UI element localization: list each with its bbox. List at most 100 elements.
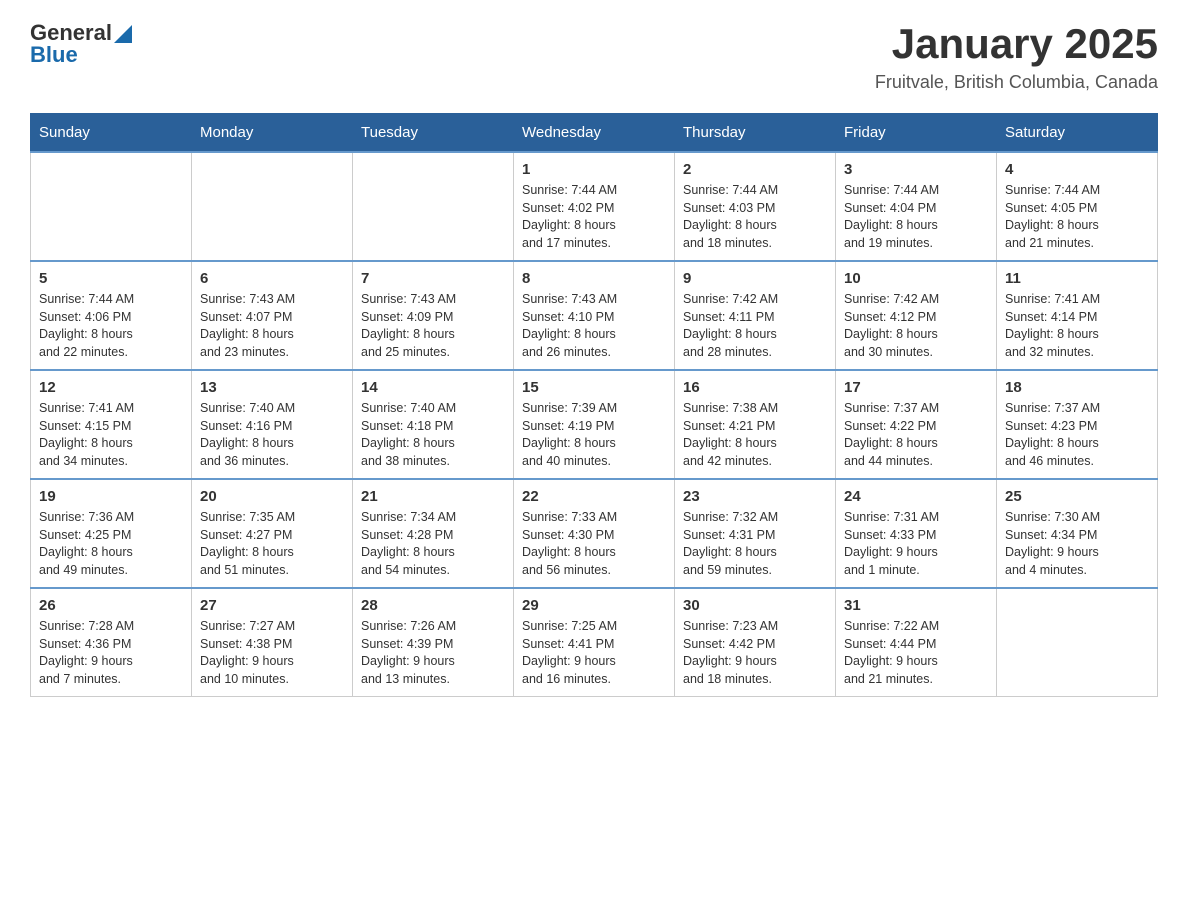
day-number: 9 (683, 270, 827, 287)
table-row: 4 Sunrise: 7:44 AMSunset: 4:05 PMDaylight… (997, 152, 1158, 261)
day-number: 25 (1005, 488, 1149, 505)
logo-blue-text: Blue (30, 42, 78, 68)
table-row: 21 Sunrise: 7:34 AMSunset: 4:28 PMDayligh… (353, 479, 514, 588)
day-number: 8 (522, 270, 666, 287)
day-number: 10 (844, 270, 988, 287)
col-friday: Friday (836, 114, 997, 153)
day-number: 29 (522, 597, 666, 614)
table-row: 26Sunrise: 7:28 AMSunset: 4:36 PMDayligh… (31, 588, 192, 697)
day-number: 1 (522, 161, 666, 178)
col-thursday: Thursday (675, 114, 836, 153)
table-row: 28 Sunrise: 7:26 AMSunset: 4:39 PMDayligh… (353, 588, 514, 697)
day-number: 20 (200, 488, 344, 505)
day-number: 16 (683, 379, 827, 396)
table-row (353, 152, 514, 261)
table-row (192, 152, 353, 261)
day-info: Sunrise: 7:31 AMSunset: 4:33 PMDaylight:… (844, 509, 988, 579)
table-row: 29 Sunrise: 7:25 AMSunset: 4:41 PMDayligh… (514, 588, 675, 697)
week-row-2: 5 Sunrise: 7:44 AMSunset: 4:06 PMDaylight… (31, 261, 1158, 370)
table-row (31, 152, 192, 261)
table-row: 15Sunrise: 7:39 AMSunset: 4:19 PMDayligh… (514, 370, 675, 479)
day-number: 5 (39, 270, 183, 287)
logo-triangle-icon (114, 25, 132, 43)
table-row: 12 Sunrise: 7:41 AMSunset: 4:15 PMDayligh… (31, 370, 192, 479)
day-number: 19 (39, 488, 183, 505)
week-row-1: 1 Sunrise: 7:44 AMSunset: 4:02 PMDaylight… (31, 152, 1158, 261)
day-info: Sunrise: 7:33 AMSunset: 4:30 PMDaylight:… (522, 509, 666, 579)
day-info: Sunrise: 7:40 AMSunset: 4:18 PMDaylight:… (361, 400, 505, 470)
day-info: Sunrise: 7:43 AMSunset: 4:07 PMDaylight:… (200, 291, 344, 361)
day-info: Sunrise: 7:32 AMSunset: 4:31 PMDaylight:… (683, 509, 827, 579)
table-row: 20 Sunrise: 7:35 AMSunset: 4:27 PMDayligh… (192, 479, 353, 588)
week-row-5: 26Sunrise: 7:28 AMSunset: 4:36 PMDayligh… (31, 588, 1158, 697)
day-number: 21 (361, 488, 505, 505)
day-info: Sunrise: 7:44 AMSunset: 4:06 PMDaylight:… (39, 291, 183, 361)
day-info: Sunrise: 7:25 AMSunset: 4:41 PMDaylight:… (522, 618, 666, 688)
location-subtitle: Fruitvale, British Columbia, Canada (875, 72, 1158, 93)
col-monday: Monday (192, 114, 353, 153)
day-number: 23 (683, 488, 827, 505)
day-number: 3 (844, 161, 988, 178)
day-info: Sunrise: 7:40 AMSunset: 4:16 PMDaylight:… (200, 400, 344, 470)
table-row: 24 Sunrise: 7:31 AMSunset: 4:33 PMDayligh… (836, 479, 997, 588)
week-row-4: 19 Sunrise: 7:36 AMSunset: 4:25 PMDayligh… (31, 479, 1158, 588)
table-row: 30 Sunrise: 7:23 AMSunset: 4:42 PMDayligh… (675, 588, 836, 697)
day-number: 11 (1005, 270, 1149, 287)
day-number: 18 (1005, 379, 1149, 396)
day-info: Sunrise: 7:30 AMSunset: 4:34 PMDaylight:… (1005, 509, 1149, 579)
day-number: 30 (683, 597, 827, 614)
table-row: 8 Sunrise: 7:43 AMSunset: 4:10 PMDaylight… (514, 261, 675, 370)
day-number: 12 (39, 379, 183, 396)
table-row: 1 Sunrise: 7:44 AMSunset: 4:02 PMDaylight… (514, 152, 675, 261)
table-row: 14Sunrise: 7:40 AMSunset: 4:18 PMDayligh… (353, 370, 514, 479)
day-info: Sunrise: 7:44 AMSunset: 4:05 PMDaylight:… (1005, 182, 1149, 252)
day-number: 31 (844, 597, 988, 614)
day-number: 7 (361, 270, 505, 287)
table-row: 31 Sunrise: 7:22 AMSunset: 4:44 PMDayligh… (836, 588, 997, 697)
table-row: 10Sunrise: 7:42 AMSunset: 4:12 PMDayligh… (836, 261, 997, 370)
day-info: Sunrise: 7:44 AMSunset: 4:02 PMDaylight:… (522, 182, 666, 252)
day-info: Sunrise: 7:36 AMSunset: 4:25 PMDaylight:… (39, 509, 183, 579)
day-info: Sunrise: 7:43 AMSunset: 4:10 PMDaylight:… (522, 291, 666, 361)
col-tuesday: Tuesday (353, 114, 514, 153)
day-info: Sunrise: 7:23 AMSunset: 4:42 PMDaylight:… (683, 618, 827, 688)
day-number: 24 (844, 488, 988, 505)
week-row-3: 12 Sunrise: 7:41 AMSunset: 4:15 PMDayligh… (31, 370, 1158, 479)
day-number: 17 (844, 379, 988, 396)
day-info: Sunrise: 7:28 AMSunset: 4:36 PMDaylight:… (39, 618, 183, 688)
logo: General Blue (30, 20, 132, 68)
col-saturday: Saturday (997, 114, 1158, 153)
table-row: 23 Sunrise: 7:32 AMSunset: 4:31 PMDayligh… (675, 479, 836, 588)
day-info: Sunrise: 7:41 AMSunset: 4:14 PMDaylight:… (1005, 291, 1149, 361)
page-header: General Blue January 2025 Fruitvale, Bri… (30, 20, 1158, 93)
day-info: Sunrise: 7:22 AMSunset: 4:44 PMDaylight:… (844, 618, 988, 688)
day-info: Sunrise: 7:42 AMSunset: 4:11 PMDaylight:… (683, 291, 827, 361)
day-number: 2 (683, 161, 827, 178)
day-number: 28 (361, 597, 505, 614)
day-info: Sunrise: 7:26 AMSunset: 4:39 PMDaylight:… (361, 618, 505, 688)
calendar-table: Sunday Monday Tuesday Wednesday Thursday… (30, 113, 1158, 697)
day-info: Sunrise: 7:34 AMSunset: 4:28 PMDaylight:… (361, 509, 505, 579)
day-info: Sunrise: 7:37 AMSunset: 4:23 PMDaylight:… (1005, 400, 1149, 470)
month-title: January 2025 (875, 20, 1158, 68)
table-row: 3Sunrise: 7:44 AMSunset: 4:04 PMDaylight… (836, 152, 997, 261)
table-row: 13Sunrise: 7:40 AMSunset: 4:16 PMDayligh… (192, 370, 353, 479)
table-row: 18 Sunrise: 7:37 AMSunset: 4:23 PMDayligh… (997, 370, 1158, 479)
day-info: Sunrise: 7:41 AMSunset: 4:15 PMDaylight:… (39, 400, 183, 470)
header-row: Sunday Monday Tuesday Wednesday Thursday… (31, 114, 1158, 153)
table-row: 27 Sunrise: 7:27 AMSunset: 4:38 PMDayligh… (192, 588, 353, 697)
table-row (997, 588, 1158, 697)
day-number: 27 (200, 597, 344, 614)
table-row: 22 Sunrise: 7:33 AMSunset: 4:30 PMDayligh… (514, 479, 675, 588)
day-info: Sunrise: 7:44 AMSunset: 4:03 PMDaylight:… (683, 182, 827, 252)
day-info: Sunrise: 7:43 AMSunset: 4:09 PMDaylight:… (361, 291, 505, 361)
day-info: Sunrise: 7:27 AMSunset: 4:38 PMDaylight:… (200, 618, 344, 688)
table-row: 11 Sunrise: 7:41 AMSunset: 4:14 PMDayligh… (997, 261, 1158, 370)
day-info: Sunrise: 7:35 AMSunset: 4:27 PMDaylight:… (200, 509, 344, 579)
day-number: 4 (1005, 161, 1149, 178)
table-row: 17Sunrise: 7:37 AMSunset: 4:22 PMDayligh… (836, 370, 997, 479)
table-row: 19 Sunrise: 7:36 AMSunset: 4:25 PMDayligh… (31, 479, 192, 588)
title-block: January 2025 Fruitvale, British Columbia… (875, 20, 1158, 93)
table-row: 2 Sunrise: 7:44 AMSunset: 4:03 PMDaylight… (675, 152, 836, 261)
day-number: 22 (522, 488, 666, 505)
